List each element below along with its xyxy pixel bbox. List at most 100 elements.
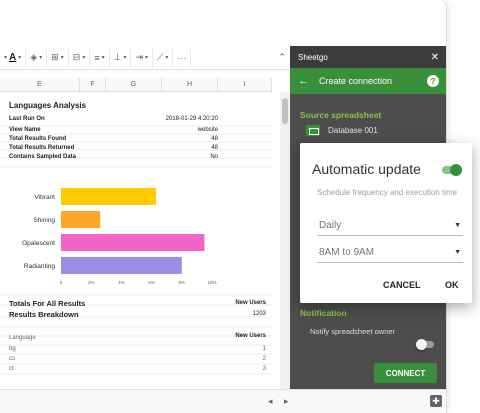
spreadsheet-icon <box>306 125 320 136</box>
totals-label: Totals For All Results <box>9 299 86 308</box>
dialog-subtitle: Schedule frequency and execution time <box>317 188 458 197</box>
fill-color-button[interactable]: ◈ ▾ <box>26 48 48 67</box>
notification-label: Notification <box>300 308 347 318</box>
time-select[interactable]: 8AM to 9AM ▼ <box>317 243 463 263</box>
sheet-grid[interactable]: Languages Analysis Last Run On 2018-01-2… <box>0 92 272 389</box>
table-cell-value: 2 <box>262 356 266 362</box>
vertical-scrollbar[interactable] <box>280 92 290 389</box>
scroll-left-icon[interactable]: ◂ <box>268 396 273 407</box>
screen: ▾ A ▾ ◈ ▾ ⊞ ▾ ⊟ ▾ ≡ ▾ ⊥ ▾ ⇥ ▾ ⟋ ▾ ··· ⌃ … <box>0 0 480 413</box>
breakdown-total: 1203 <box>252 311 266 317</box>
x-tick-label: 0 <box>60 280 63 285</box>
text-wrap-icon: ⇥ <box>135 52 144 62</box>
text-rotation-button[interactable]: ⟋ ▾ <box>153 48 174 67</box>
x-tick-label: 2% <box>88 280 95 285</box>
info-value: 2018-01-29 4:20:20 <box>165 116 218 122</box>
scrollbar-thumb[interactable] <box>282 98 288 124</box>
category-label: Shining <box>33 217 55 224</box>
column-header-i[interactable]: I <box>218 78 272 91</box>
chevron-down-icon: ▾ <box>123 55 127 61</box>
notify-owner-label: Notify spreadsheet owner <box>310 327 396 336</box>
report-title: Languages Analysis <box>9 101 87 110</box>
text-color-icon: A <box>9 52 17 63</box>
window-top-area <box>0 0 446 46</box>
borders-button[interactable]: ⊞ ▾ <box>47 48 69 67</box>
sidebar-app-name: Sheetgo <box>298 52 328 62</box>
formatting-toolbar: ▾ A ▾ ◈ ▾ ⊞ ▾ ⊟ ▾ ≡ ▾ ⊥ ▾ ⇥ ▾ ⟋ ▾ ··· ⌃ <box>0 46 290 70</box>
connect-button[interactable]: CONNECT <box>374 363 437 383</box>
merge-cells-button[interactable]: ⊟ ▾ <box>69 48 91 67</box>
dropdown-arrow-icon: ▼ <box>454 249 461 256</box>
info-value: 48 <box>211 136 218 142</box>
chevron-down-icon: ▾ <box>60 55 64 61</box>
bar <box>61 234 205 251</box>
chevron-down-icon: ▾ <box>101 55 105 61</box>
category-label: Opalescent <box>22 240 55 247</box>
align-left-icon: ≡ <box>94 52 100 63</box>
text-rotation-icon: ⟋ <box>157 52 164 62</box>
source-spreadsheet-item[interactable]: Database 001 <box>306 125 378 136</box>
source-spreadsheet-name: Database 001 <box>328 126 378 135</box>
frequency-select[interactable]: Daily ▼ <box>317 216 463 236</box>
table-cell-value: 3 <box>262 366 266 372</box>
info-value: No <box>210 154 218 160</box>
plus-box-icon: ✚ <box>432 395 440 406</box>
sidebar-titlebar: Sheetgo ✕ <box>290 46 446 68</box>
x-tick-label: 4% <box>118 280 125 285</box>
merge-icon: ⊟ <box>72 52 81 62</box>
more-icon: ··· <box>177 52 187 63</box>
info-label: Total Results Returned <box>9 145 75 151</box>
ok-button[interactable]: OK <box>445 280 459 290</box>
automatic-update-dialog: Automatic update Schedule frequency and … <box>300 143 472 303</box>
collapse-toolbar-button[interactable]: ⌃ <box>274 49 290 67</box>
x-tick-label: 8% <box>179 280 186 285</box>
automatic-update-toggle[interactable] <box>442 164 462 176</box>
info-value: website <box>197 127 218 133</box>
notify-owner-toggle[interactable] <box>416 339 434 350</box>
vertical-align-button[interactable]: ⊥ ▾ <box>110 48 132 67</box>
info-label: Total Results Found <box>9 136 67 142</box>
bar <box>61 257 182 274</box>
sheet-bottom-bar: ◂ ▸ <box>0 389 446 413</box>
breakdown-label: Results Breakdown <box>9 310 79 319</box>
chevron-up-icon: ⌃ <box>278 52 286 62</box>
column-header-g[interactable]: G <box>106 78 162 91</box>
column-header-f[interactable]: F <box>80 78 106 91</box>
scroll-right-icon[interactable]: ▸ <box>284 396 289 407</box>
column-header-h[interactable]: H <box>162 78 218 91</box>
more-menu-button[interactable]: ··· <box>173 48 192 67</box>
column-headers: E F G H I <box>0 78 272 92</box>
paint-bucket-icon: ◈ <box>30 52 38 62</box>
close-icon[interactable]: ✕ <box>431 52 439 63</box>
dropdown-arrow-icon: ▼ <box>454 222 461 229</box>
info-value: 48 <box>211 145 218 151</box>
table-cell-value: 1 <box>262 346 266 352</box>
source-spreadsheet-label: Source spreadsheet <box>300 110 382 120</box>
chevron-down-icon: ▾ <box>145 55 149 61</box>
help-icon[interactable]: ? <box>427 75 439 87</box>
bar <box>61 211 101 228</box>
bar <box>61 188 157 205</box>
column-header-e[interactable]: E <box>0 78 80 91</box>
horizontal-align-button[interactable]: ≡ ▾ <box>90 48 110 67</box>
languages-bar-chart: Vibrant Shining Opalescent Radianting 0 2% 4% 6… <box>22 188 217 285</box>
table-cell-language: bg <box>9 346 16 352</box>
chevron-down-icon: ▾ <box>39 55 43 61</box>
back-arrow-icon[interactable]: ← <box>298 75 309 87</box>
info-label: View Name <box>9 127 41 133</box>
text-color-button[interactable]: ▾ A ▾ <box>0 48 27 67</box>
totals-column-header: New Users <box>235 300 266 306</box>
table-cell-language: cs <box>9 356 15 362</box>
vertical-align-icon: ⊥ <box>113 52 122 62</box>
info-label: Contains Sampled Data <box>9 154 77 160</box>
chevron-down-icon: ▾ <box>165 55 169 61</box>
x-tick-label: 6% <box>148 280 155 285</box>
text-wrap-button[interactable]: ⇥ ▾ <box>131 48 154 67</box>
caret-icon: ▾ <box>4 55 8 61</box>
table-header-language: Language <box>9 335 36 341</box>
cancel-button[interactable]: CANCEL <box>383 280 421 290</box>
explore-button[interactable]: ✚ <box>430 395 442 407</box>
category-label: Vibrant <box>35 194 56 201</box>
sidebar-header: ← Create connection ? <box>290 68 446 94</box>
sidebar-header-title: Create connection <box>319 76 393 86</box>
